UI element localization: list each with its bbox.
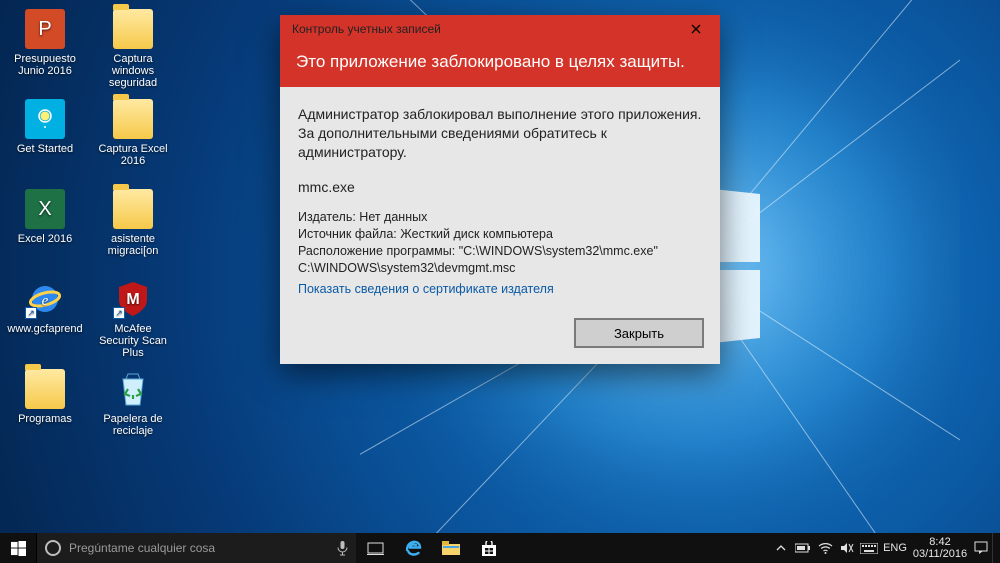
volume-icon[interactable] xyxy=(836,533,858,563)
desktop-icon-label: Get Started xyxy=(17,143,73,155)
uac-exe-name: mmc.exe xyxy=(298,178,702,197)
tray-chevron-up-icon[interactable] xyxy=(770,533,792,563)
show-desktop-button[interactable] xyxy=(992,533,998,563)
action-center-icon[interactable] xyxy=(970,533,992,563)
language-indicator[interactable]: ENG xyxy=(880,533,910,563)
close-button[interactable]: Закрыть xyxy=(574,318,704,348)
desktop-icon-label: asistente migraci[on xyxy=(94,233,172,257)
desktop-icon-folder-5[interactable]: asistente migraci[on xyxy=(93,185,173,273)
cortana-icon xyxy=(45,540,61,556)
search-box[interactable]: Pregúntame cualquier cosa xyxy=(36,533,356,563)
store-button[interactable] xyxy=(470,533,508,563)
desktop-icon-label: McAfee Security Scan Plus xyxy=(94,323,172,359)
desktop-icon-label: Excel 2016 xyxy=(18,233,72,245)
uac-titlebar[interactable]: Контроль учетных записей xyxy=(280,15,720,43)
source-label: Источник файла: xyxy=(298,227,397,241)
desktop-icon-excel-4[interactable]: XExcel 2016 xyxy=(5,185,85,273)
taskbar: Pregúntame cualquier cosa ENG 8:42 03/11… xyxy=(0,533,1000,563)
source-value: Жесткий диск компьютера xyxy=(400,227,553,241)
desktop-icon-folder-1[interactable]: Captura windows seguridad xyxy=(93,5,173,93)
desktop-icon-folder-8[interactable]: Programas xyxy=(5,365,85,453)
certificate-link[interactable]: Показать сведения о сертификате издателя xyxy=(298,281,554,298)
uac-message: Администратор заблокировал выполнение эт… xyxy=(298,105,702,162)
desktop-icon-label: Programas xyxy=(18,413,72,425)
file-explorer-button[interactable] xyxy=(432,533,470,563)
desktop-icon-label: www.gcfaprend xyxy=(7,323,82,335)
system-tray: ENG 8:42 03/11/2016 xyxy=(770,533,1000,563)
uac-titlebar-text: Контроль учетных записей xyxy=(292,22,441,36)
microphone-icon[interactable] xyxy=(337,541,348,556)
desktop-icon-mcafee-7[interactable]: M↗McAfee Security Scan Plus xyxy=(93,275,173,363)
desktop-icon-label: Presupuesto Junio 2016 xyxy=(6,53,84,77)
task-view-button[interactable] xyxy=(356,533,394,563)
battery-icon[interactable] xyxy=(792,533,814,563)
svg-text:M: M xyxy=(126,291,139,308)
desktop-icon-recycle-9[interactable]: Papelera de reciclaje xyxy=(93,365,173,453)
clock-date: 03/11/2016 xyxy=(913,548,967,560)
keyboard-icon[interactable] xyxy=(858,533,880,563)
publisher-label: Издатель: xyxy=(298,210,356,224)
desktop-icon-ie-6[interactable]: e↗www.gcfaprend xyxy=(5,275,85,363)
desktop-icon-folder-3[interactable]: Captura Excel 2016 xyxy=(93,95,173,183)
uac-dialog: Контроль учетных записей Это приложение … xyxy=(280,15,720,364)
desktop-icon-powerpoint-0[interactable]: PPresupuesto Junio 2016 xyxy=(5,5,85,93)
desktop-icon-label: Captura windows seguridad xyxy=(94,53,172,89)
clock-time: 8:42 xyxy=(913,536,967,548)
desktop-icon-label: Papelera de reciclaje xyxy=(94,413,172,437)
location-label: Расположение программы: xyxy=(298,244,455,258)
clock[interactable]: 8:42 03/11/2016 xyxy=(910,533,970,563)
desktop-icon-getstarted-2[interactable]: Get Started xyxy=(5,95,85,183)
desktop-icon-label: Captura Excel 2016 xyxy=(94,143,172,167)
svg-text:e: e xyxy=(42,293,49,309)
uac-metadata: Издатель: Нет данных Источник файла: Жес… xyxy=(298,209,702,298)
search-placeholder: Pregúntame cualquier cosa xyxy=(69,541,329,555)
uac-header: Это приложение заблокировано в целях защ… xyxy=(280,43,720,87)
start-button[interactable] xyxy=(0,533,36,563)
wifi-icon[interactable] xyxy=(814,533,836,563)
publisher-value: Нет данных xyxy=(359,210,427,224)
edge-button[interactable] xyxy=(394,533,432,563)
close-icon[interactable] xyxy=(676,18,716,40)
